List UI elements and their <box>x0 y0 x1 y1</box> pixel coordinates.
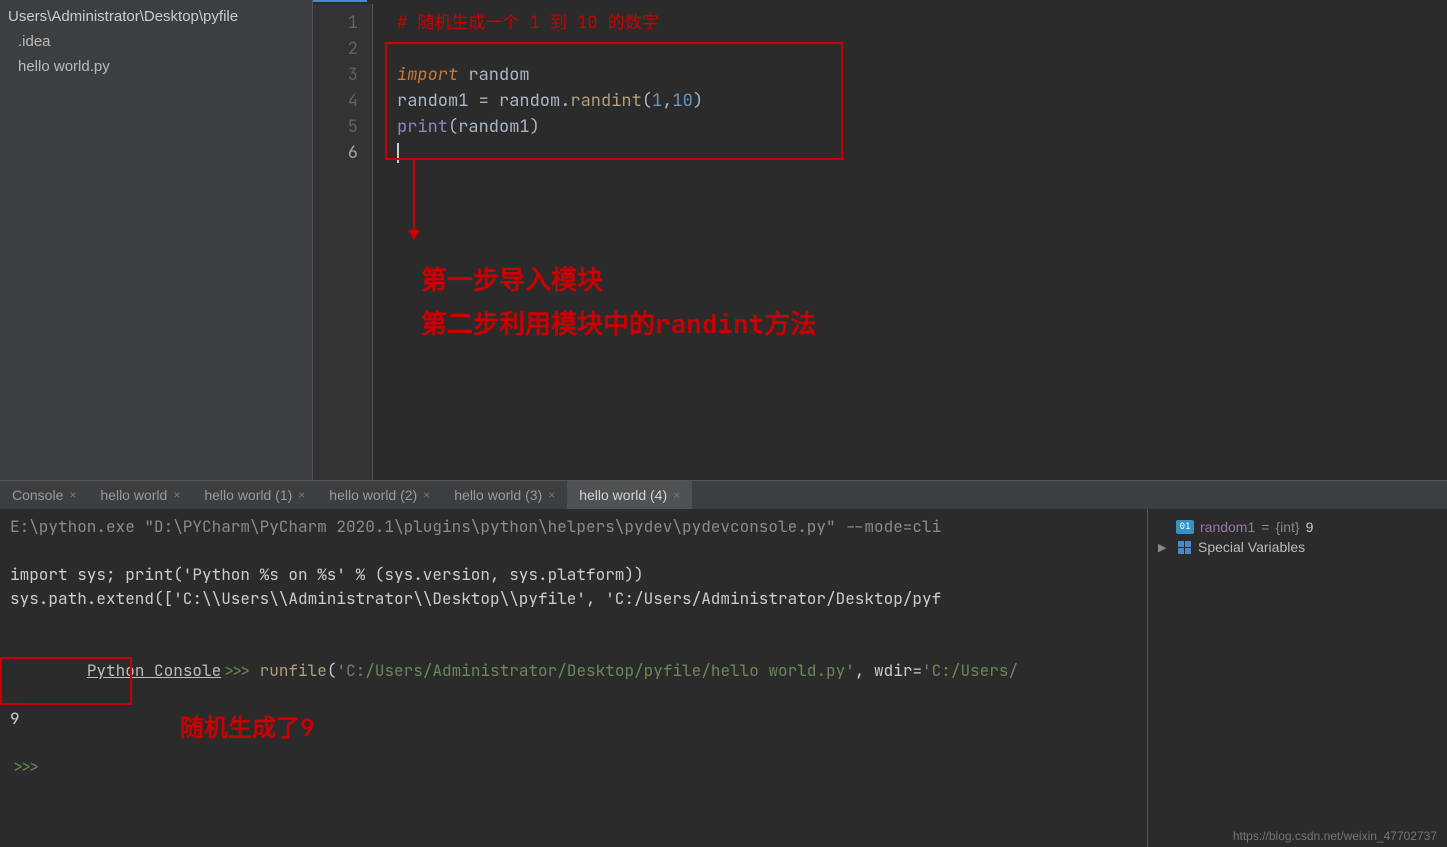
code-arg: random1 <box>458 116 529 138</box>
code-number: 1 <box>652 90 662 112</box>
close-icon[interactable]: × <box>673 488 680 502</box>
close-icon[interactable]: × <box>173 488 180 502</box>
console-string: 'C:/Users/Administrator/Desktop/pyfile/h… <box>336 660 854 681</box>
int-icon: 01 <box>1176 520 1194 534</box>
close-icon[interactable]: × <box>69 488 76 502</box>
console-line: sys.path.extend(['C:\\Users\\Administrat… <box>10 587 1137 611</box>
annotation-arrow <box>413 160 415 238</box>
annotation-text-steps: 第一步导入模块 第二步利用模块中的randint方法 <box>421 258 816 346</box>
line-number: 1 <box>313 10 358 36</box>
console-body: E:\python.exe "D:\PYCharm\PyCharm 2020.1… <box>0 509 1447 847</box>
console-output[interactable]: E:\python.exe "D:\PYCharm\PyCharm 2020.1… <box>0 509 1147 847</box>
variable-type: {int} <box>1275 519 1299 535</box>
annotation-step2: 第二步利用模块中的randint方法 <box>421 302 816 346</box>
equals-sign: = <box>1261 519 1269 535</box>
code-module: random <box>458 64 529 86</box>
editor-body: 1 2 3 4 5 6 # 随机生成一个 1 到 10 的数字 import r… <box>313 0 1447 480</box>
variable-name: random1 <box>1200 519 1255 535</box>
console-tab[interactable]: hello world (1)× <box>192 481 317 509</box>
console-line: import sys; print('Python %s on %s' % (s… <box>10 563 1137 587</box>
close-icon[interactable]: × <box>548 488 555 502</box>
console-tab[interactable]: hello world× <box>88 481 192 509</box>
special-variables-label: Special Variables <box>1198 539 1305 555</box>
code-area[interactable]: # 随机生成一个 1 到 10 的数字 import random random… <box>373 4 1447 480</box>
console-tab[interactable]: hello world (3)× <box>442 481 567 509</box>
console-header-line: E:\python.exe "D:\PYCharm\PyCharm 2020.1… <box>10 515 1137 539</box>
variable-row-special[interactable]: ▶ Special Variables <box>1158 537 1437 557</box>
project-root[interactable]: Users\Administrator\Desktop\pyfile <box>0 4 312 29</box>
variable-value: 9 <box>1306 519 1314 535</box>
line-number: 5 <box>313 114 358 140</box>
annotation-text-result: 随机生成了9 <box>180 717 314 741</box>
project-item-hello-world[interactable]: hello world.py <box>0 54 312 79</box>
bottom-pane: Console× hello world× hello world (1)× h… <box>0 480 1447 847</box>
text-cursor <box>397 143 399 163</box>
editor-pane: 1 2 3 4 5 6 # 随机生成一个 1 到 10 的数字 import r… <box>313 0 1447 480</box>
close-icon[interactable]: × <box>423 488 430 502</box>
console-tab[interactable]: Console× <box>0 481 88 509</box>
console-string: 'C:/Users/ <box>922 660 1018 681</box>
annotation-step1: 第一步导入模块 <box>421 258 816 302</box>
line-number: 3 <box>313 62 358 88</box>
console-call: runfile <box>260 660 327 681</box>
close-icon[interactable]: × <box>298 488 305 502</box>
line-number: 2 <box>313 36 358 62</box>
special-vars-icon <box>1176 540 1192 554</box>
code-keyword-import: import <box>397 64 458 86</box>
project-item-idea[interactable]: .idea <box>0 29 312 54</box>
code-method: randint <box>570 90 641 112</box>
line-number: 4 <box>313 88 358 114</box>
line-gutter: 1 2 3 4 5 6 <box>313 4 373 480</box>
variable-row[interactable]: 01 random1 = {int} 9 <box>1158 517 1437 537</box>
project-panel: Users\Administrator\Desktop\pyfile .idea… <box>0 0 313 480</box>
code-comment: # 随机生成一个 1 到 10 的数字 <box>397 12 659 34</box>
active-tab-indicator <box>313 0 367 2</box>
console-tab[interactable]: hello world (2)× <box>317 481 442 509</box>
console-tab-bar: Console× hello world× hello world (1)× h… <box>0 481 1447 509</box>
line-number: 6 <box>313 140 358 166</box>
code-builtin-print: print <box>397 116 448 138</box>
console-label: Python Console <box>87 660 221 681</box>
console-prompt[interactable]: >>> <box>10 755 1137 779</box>
watermark: https://blog.csdn.net/weixin_47702737 <box>1233 829 1437 843</box>
console-prompt: >>> <box>221 660 259 681</box>
console-tab-active[interactable]: hello world (4)× <box>567 481 692 509</box>
variables-panel: 01 random1 = {int} 9 ▶ Special Variables <box>1147 509 1447 847</box>
code-number: 10 <box>672 90 692 112</box>
expand-icon[interactable]: ▶ <box>1158 541 1170 554</box>
code-text: random1 = random. <box>397 90 570 112</box>
top-pane: Users\Administrator\Desktop\pyfile .idea… <box>0 0 1447 480</box>
